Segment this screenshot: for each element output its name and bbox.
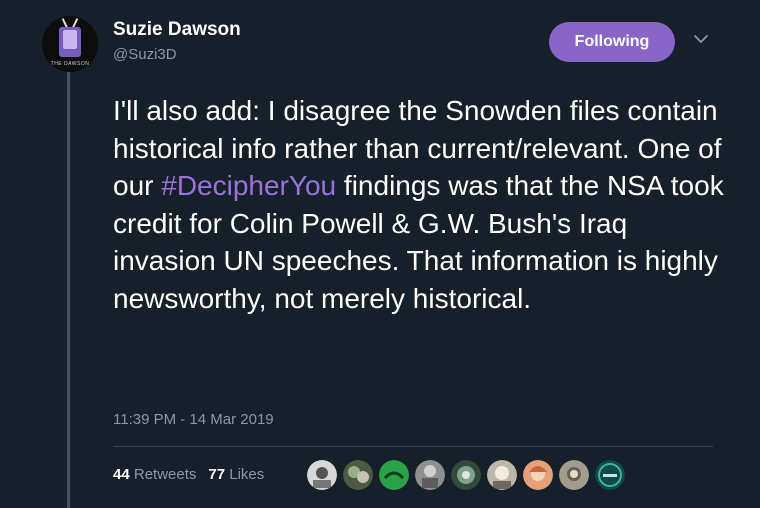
liker-avatar[interactable]	[379, 460, 409, 490]
likes-count: 77	[208, 466, 226, 483]
avatar-caption: THE DAWSON	[50, 61, 90, 67]
liker-avatar[interactable]	[451, 460, 481, 490]
chevron-down-icon[interactable]	[692, 30, 710, 48]
liker-avatar[interactable]	[487, 460, 517, 490]
likes-stat[interactable]: 77 Likes	[208, 466, 264, 483]
hashtag-link[interactable]: #DecipherYou	[161, 170, 336, 201]
liker-avatar[interactable]	[559, 460, 589, 490]
liker-avatars	[307, 460, 625, 490]
retweets-label: Retweets	[133, 466, 197, 483]
retweets-count: 44	[113, 466, 130, 483]
liker-avatar[interactable]	[343, 460, 373, 490]
tweet-timestamp[interactable]: 11:39 PM - 14 Mar 2019	[113, 411, 274, 428]
author-handle[interactable]: @Suzi3D	[113, 46, 177, 63]
tweet-text: I'll also add: I disagree the Snowden fi…	[113, 92, 733, 317]
thread-line	[67, 60, 70, 508]
engagement-stats: 44 Retweets 77 Likes	[113, 466, 264, 483]
likes-label: Likes	[229, 466, 265, 483]
divider	[113, 446, 713, 447]
author-display-name[interactable]: Suzie Dawson	[113, 19, 241, 41]
retweets-stat[interactable]: 44 Retweets	[113, 466, 196, 483]
liker-avatar[interactable]	[595, 460, 625, 490]
liker-avatar[interactable]	[307, 460, 337, 490]
following-button[interactable]: Following	[549, 22, 675, 62]
avatar-portrait	[63, 30, 77, 49]
liker-avatar[interactable]	[523, 460, 553, 490]
author-avatar[interactable]: THE DAWSON	[42, 16, 98, 72]
liker-avatar[interactable]	[415, 460, 445, 490]
